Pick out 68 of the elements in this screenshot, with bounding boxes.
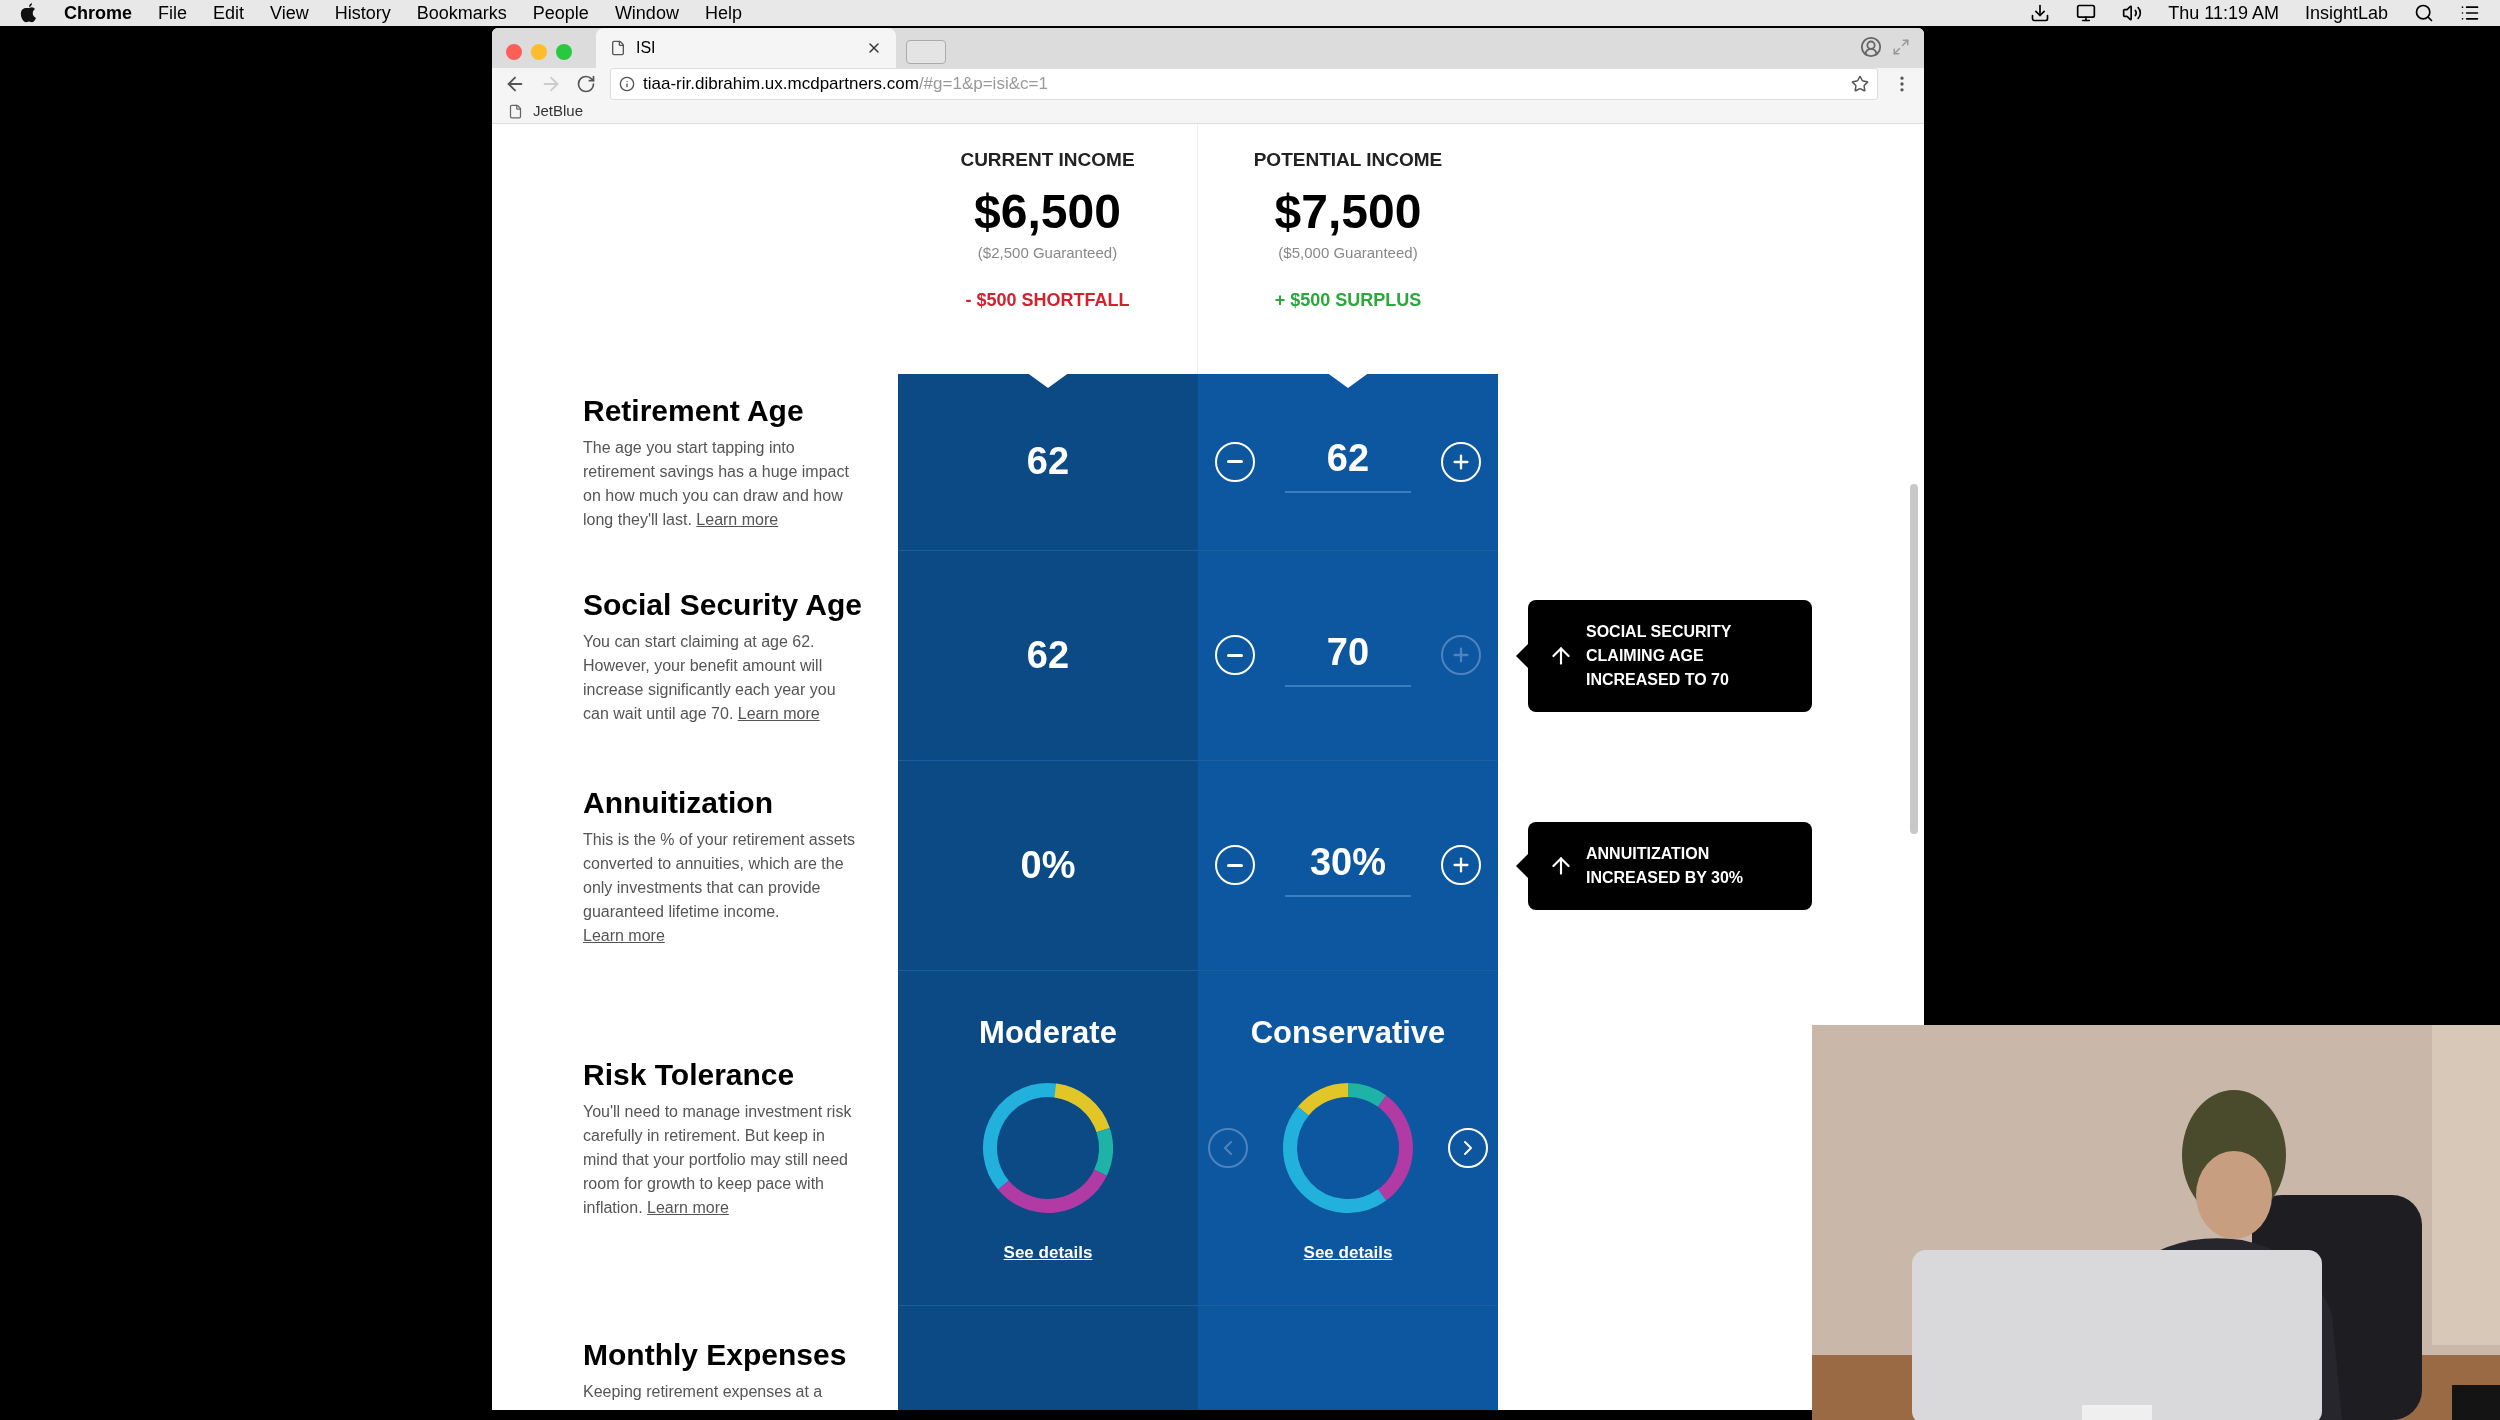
income-amount: $7,500 bbox=[1274, 184, 1422, 240]
row-title: Annuitization bbox=[583, 784, 774, 821]
minus-button[interactable] bbox=[1215, 441, 1255, 482]
row-description: You'll need to manage investment risk carefully in retirement. But keep in mind that your portfolio may still need room for growth to keep pace with inflation. Learn more bbox=[583, 1102, 853, 1218]
see-details-link[interactable]: See details bbox=[1303, 1240, 1393, 1266]
row-description: This is the % of your retirement assets converted to annuities, which are the only investments that can provide guaranteed lifetime income. Learn more bbox=[583, 829, 857, 946]
value-text: 62 bbox=[1026, 632, 1070, 678]
income-delta: - $500 SHORTFALL bbox=[965, 288, 1130, 312]
learn-more-link[interactable]: Learn more bbox=[583, 926, 665, 944]
user-name[interactable]: InsightLab bbox=[2304, 0, 2388, 27]
menu-item[interactable]: File bbox=[158, 0, 188, 27]
tooltip-text: ANNUITIZATION INCREASED BY 30% bbox=[1586, 843, 1745, 888]
value-field[interactable]: 70 bbox=[1285, 623, 1411, 687]
value-field[interactable]: 30% bbox=[1285, 833, 1411, 897]
guaranteed-text: ($5,000 Guaranteed) bbox=[1278, 243, 1418, 263]
next-button[interactable] bbox=[1448, 1128, 1488, 1168]
row-description: You can start claiming at age 62. However, your benefit amount will increase significantly each year you can wait until age 70. Learn more bbox=[583, 631, 837, 724]
browser-tab[interactable]: ISI bbox=[596, 28, 896, 68]
minus-icon bbox=[1227, 460, 1243, 463]
minus-button[interactable] bbox=[1215, 845, 1255, 885]
portfolio-name: Moderate bbox=[979, 1013, 1117, 1052]
display-icon[interactable] bbox=[2076, 3, 2097, 23]
row-title: Retirement Age bbox=[583, 393, 805, 429]
apple-icon[interactable] bbox=[20, 3, 38, 23]
minus-button[interactable] bbox=[1215, 635, 1255, 675]
learn-more-link[interactable]: Learn more bbox=[647, 1199, 729, 1216]
see-details-link[interactable]: See details bbox=[1003, 1240, 1093, 1266]
search-icon[interactable] bbox=[2414, 3, 2434, 23]
row-title: Social Security Age bbox=[583, 586, 863, 623]
menu-item[interactable]: Window bbox=[614, 0, 679, 27]
row-title: Monthly Expenses bbox=[583, 1336, 848, 1373]
menu-item[interactable]: Edit bbox=[213, 0, 245, 27]
portfolio-name: Conservative bbox=[1250, 1013, 1446, 1052]
row-title: Risk Tolerance bbox=[583, 1057, 796, 1093]
menu-item[interactable]: People bbox=[532, 0, 589, 27]
income-delta: + $500 SURPLUS bbox=[1274, 288, 1422, 312]
page-icon bbox=[508, 103, 523, 119]
profile-icon[interactable] bbox=[1860, 36, 1882, 58]
income-amount: $6,500 bbox=[974, 184, 1121, 240]
menu-icon[interactable] bbox=[2460, 3, 2480, 23]
menu-item[interactable]: Bookmarks bbox=[416, 0, 507, 27]
reload-button[interactable] bbox=[576, 74, 596, 94]
bookmark-star-icon[interactable] bbox=[1851, 75, 1869, 93]
value-text: 62 bbox=[1026, 439, 1070, 484]
income-heading: POTENTIAL INCOME bbox=[1253, 147, 1443, 172]
learn-more-link[interactable]: Learn more bbox=[696, 511, 779, 528]
volume-icon[interactable] bbox=[2122, 3, 2143, 23]
row-description: The age you start tapping into retirement savings has a huge impact on how much you can draw and how long they'll last. Learn more bbox=[583, 438, 850, 530]
address-field[interactable]: tiaa-rir.dibrahim.ux.mcdpartners.com/#g=1&p=isi&c=1 bbox=[610, 68, 1878, 100]
info-icon bbox=[619, 76, 635, 92]
minus-icon bbox=[1227, 653, 1243, 657]
guaranteed-text: ($2,500 Guaranteed) bbox=[977, 243, 1118, 263]
download-icon[interactable] bbox=[2030, 3, 2051, 23]
menu-item[interactable]: History bbox=[334, 0, 391, 27]
value-field[interactable]: 62 bbox=[1285, 430, 1411, 493]
learn-more-link[interactable]: Learn more bbox=[737, 704, 820, 722]
page-icon bbox=[610, 40, 626, 56]
row-description: Keeping retirement expenses at a bbox=[583, 1381, 824, 1402]
income-heading: CURRENT INCOME bbox=[960, 147, 1135, 172]
menu-item[interactable]: Help bbox=[704, 0, 742, 27]
clock-text[interactable]: Thu 11:19 AM bbox=[2168, 0, 2279, 27]
bookmark-item[interactable]: JetBlue bbox=[508, 100, 584, 123]
minus-icon bbox=[1227, 863, 1243, 867]
app-menu[interactable]: Chrome bbox=[64, 0, 132, 27]
tooltip-text: SOCIAL SECURITY CLAIMING AGE INCREASED TO 70 bbox=[1586, 621, 1733, 690]
menu-item[interactable]: View bbox=[270, 0, 309, 27]
scrollbar-thumb[interactable] bbox=[1910, 483, 1918, 834]
value-text: 0% bbox=[1020, 842, 1076, 888]
